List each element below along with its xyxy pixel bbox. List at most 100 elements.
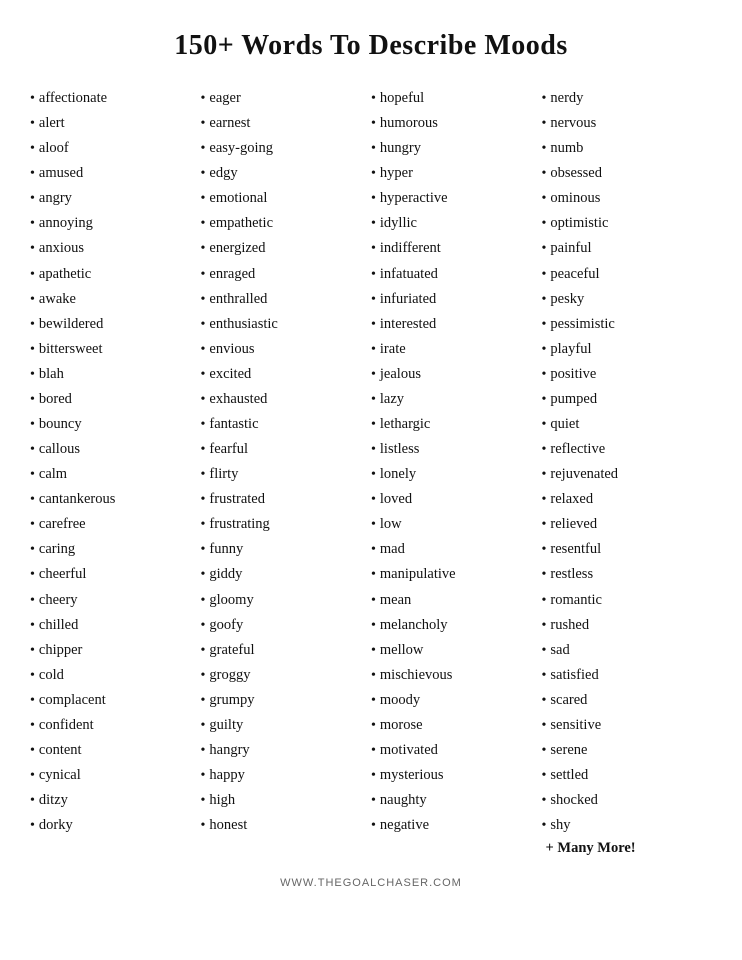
list-item: infuriated [371,287,542,312]
list-item: moody [371,688,542,713]
list-item: positive [542,362,713,387]
list-item: sad [542,638,713,663]
list-item: negative [371,813,542,838]
list-item: hyper [371,161,542,186]
list-item: carefree [30,512,201,537]
list-item: romantic [542,588,713,613]
list-item: hopeful [371,86,542,111]
list-item: exhausted [201,387,372,412]
list-item: mad [371,537,542,562]
list-item: awake [30,287,201,312]
list-item: content [30,738,201,763]
list-item: mysterious [371,763,542,788]
list-item: honest [201,813,372,838]
list-item: nervous [542,111,713,136]
list-item: annoying [30,211,201,236]
list-item: cantankerous [30,487,201,512]
list-item: frustrated [201,487,372,512]
list-item: blah [30,362,201,387]
list-item: relieved [542,512,713,537]
list-item: aloof [30,136,201,161]
list-item: callous [30,437,201,462]
list-item: energized [201,236,372,261]
list-item: low [371,512,542,537]
list-item: hungry [371,136,542,161]
list-item: morose [371,713,542,738]
list-item: pesky [542,287,713,312]
list-item: manipulative [371,562,542,587]
list-item: interested [371,312,542,337]
list-item: empathetic [201,211,372,236]
list-item: funny [201,537,372,562]
list-item: bittersweet [30,337,201,362]
list-item: serene [542,738,713,763]
list-item: mellow [371,638,542,663]
word-column-1: affectionatealertaloofamusedangryannoyin… [30,86,201,857]
list-item: lethargic [371,412,542,437]
list-item: grateful [201,638,372,663]
list-item: scared [542,688,713,713]
list-item: idyllic [371,211,542,236]
list-item: melancholy [371,613,542,638]
list-item: pumped [542,387,713,412]
list-item: cheerful [30,562,201,587]
many-more-label: + Many More! [542,840,713,857]
page-title: 150+ Words To Describe Moods [20,30,722,62]
list-item: reflective [542,437,713,462]
list-item: loved [371,487,542,512]
word-column-3: hopefulhumoroushungryhyperhyperactiveidy… [371,86,542,857]
list-item: frustrating [201,512,372,537]
list-item: mischievous [371,663,542,688]
list-item: obsessed [542,161,713,186]
list-item: giddy [201,562,372,587]
list-item: restless [542,562,713,587]
list-item: humorous [371,111,542,136]
word-columns: affectionatealertaloofamusedangryannoyin… [20,86,722,857]
list-item: lonely [371,462,542,487]
list-item: chipper [30,638,201,663]
list-item: confident [30,713,201,738]
list-item: affectionate [30,86,201,111]
list-item: cold [30,663,201,688]
list-item: bouncy [30,412,201,437]
list-item: shy [542,813,713,838]
list-item: enraged [201,262,372,287]
list-item: playful [542,337,713,362]
list-item: lazy [371,387,542,412]
list-item: easy-going [201,136,372,161]
list-item: painful [542,236,713,261]
list-item: anxious [30,236,201,261]
list-item: bored [30,387,201,412]
list-item: ominous [542,186,713,211]
list-item: happy [201,763,372,788]
list-item: relaxed [542,487,713,512]
list-item: motivated [371,738,542,763]
list-item: ditzy [30,788,201,813]
list-item: hangry [201,738,372,763]
list-item: apathetic [30,262,201,287]
list-item: hyperactive [371,186,542,211]
list-item: excited [201,362,372,387]
list-item: satisfied [542,663,713,688]
list-item: pessimistic [542,312,713,337]
list-item: angry [30,186,201,211]
list-item: fantastic [201,412,372,437]
list-item: listless [371,437,542,462]
list-item: cynical [30,763,201,788]
list-item: flirty [201,462,372,487]
list-item: high [201,788,372,813]
list-item: eager [201,86,372,111]
list-item: goofy [201,613,372,638]
list-item: shocked [542,788,713,813]
list-item: jealous [371,362,542,387]
list-item: mean [371,588,542,613]
list-item: complacent [30,688,201,713]
list-item: grumpy [201,688,372,713]
list-item: envious [201,337,372,362]
list-item: chilled [30,613,201,638]
list-item: earnest [201,111,372,136]
list-item: calm [30,462,201,487]
list-item: enthralled [201,287,372,312]
list-item: bewildered [30,312,201,337]
list-item: numb [542,136,713,161]
